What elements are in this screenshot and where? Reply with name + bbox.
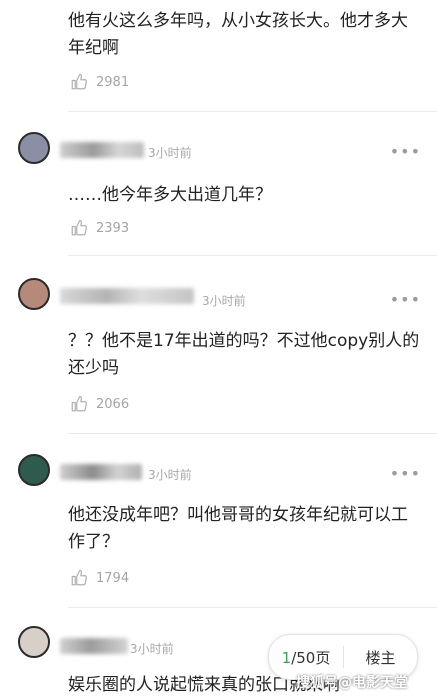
avatar[interactable] (18, 626, 50, 658)
avatar[interactable] (18, 278, 50, 310)
current-page: 1 (281, 648, 292, 667)
username-blurred[interactable] (60, 464, 142, 480)
like-button[interactable]: 1794 (70, 568, 129, 588)
more-options-icon[interactable]: ••• (390, 290, 421, 309)
op-only-button[interactable]: 楼主 (344, 647, 417, 668)
comment-time: 3小时前 (202, 294, 246, 308)
total-pages: /50页 (291, 648, 331, 667)
thumbs-up-icon (71, 73, 87, 90)
page-indicator[interactable]: 1/50页 (269, 647, 343, 668)
like-count: 2981 (96, 74, 130, 90)
username-blurred[interactable] (60, 288, 194, 304)
comment-item: 3小时前 ••• 他还没成年吧？叫他哥哥的女孩年纪就可以工作了？ 1794 (0, 434, 437, 608)
like-button[interactable]: 2066 (70, 394, 129, 414)
comment-time: 3小时前 (148, 468, 192, 482)
comment-time: 3小时前 (130, 642, 174, 656)
username-blurred[interactable] (60, 638, 128, 654)
username-blurred[interactable] (60, 142, 144, 158)
more-options-icon[interactable]: ••• (390, 142, 421, 161)
avatar[interactable] (18, 132, 50, 164)
comment-item: 他有火这么多年吗，从小女孩长大。他才多大年纪啊 2981 (0, 0, 437, 112)
thumbs-up-icon (71, 395, 87, 412)
comment-time: 3小时前 (148, 146, 192, 160)
comment-item: 3小时前 ••• ……他今年多大出道几年？ 2393 (0, 112, 437, 256)
thumbs-up-icon (71, 569, 87, 586)
comment-text: 他还没成年吧？叫他哥哥的女孩年纪就可以工作了？ (68, 505, 408, 552)
like-count: 2393 (96, 220, 130, 236)
like-button[interactable]: 2393 (70, 218, 129, 238)
watermark: 搜狐号@电影天堂 (296, 675, 408, 691)
comment-text: ？？他不是17年出道的吗？不过他copy别人的还少吗 (68, 331, 420, 378)
more-options-icon[interactable]: ••• (390, 464, 421, 483)
like-count: 1794 (96, 570, 130, 586)
comment-item: 3小时前 ••• ？？他不是17年出道的吗？不过他copy别人的还少吗 2066 (0, 256, 437, 434)
comment-text: ……他今年多大出道几年？ (68, 185, 272, 205)
like-count: 2066 (96, 396, 130, 412)
like-button[interactable]: 2981 (70, 72, 129, 92)
avatar[interactable] (18, 454, 50, 486)
thumbs-up-icon (71, 219, 87, 236)
comment-text: 他有火这么多年吗，从小女孩长大。他才多大年纪啊 (68, 11, 408, 58)
